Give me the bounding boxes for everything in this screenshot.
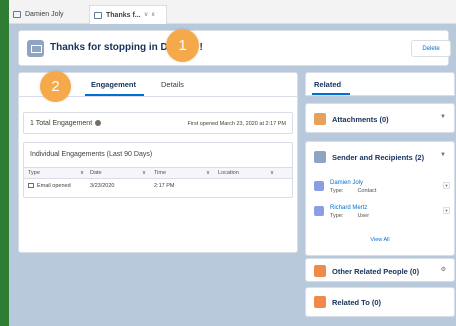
first-opened-text: First opened March 23, 2020 at 2:17 PM [187, 121, 286, 127]
column-header-time[interactable]: Time [154, 170, 166, 176]
table-row[interactable]: Email opened 3/23/2020 2:17 PM [24, 181, 292, 193]
column-header-date[interactable]: Date [90, 170, 102, 176]
step-badge-2: 2 [40, 71, 71, 102]
file-icon [314, 113, 326, 125]
other-related-people-header[interactable]: Other Related People (0) [314, 265, 419, 277]
person-type: Type: Contact [330, 188, 377, 194]
monitor-icon [28, 183, 34, 188]
related-panel-header: Related [305, 72, 455, 96]
column-header-type[interactable]: Type [28, 170, 40, 176]
total-engagement: 1 Total Engagement [30, 120, 102, 127]
close-icon[interactable]: x [152, 12, 155, 18]
active-tab-indicator [85, 94, 144, 96]
individual-engagements-title: Individual Engagements (Last 90 Days) [30, 151, 153, 158]
record-icon [13, 10, 21, 18]
email-icon [27, 40, 44, 57]
column-header-location[interactable]: Location [218, 170, 239, 176]
chevron-down-icon[interactable]: ∨ [206, 170, 210, 176]
email-icon [314, 151, 326, 163]
active-tab-indicator [312, 93, 350, 95]
list-item: Richard Mertz Type: User ▼ [314, 204, 454, 228]
step-badge-1: 1 [166, 29, 199, 62]
sender-recipients-card: Sender and Recipients (2) ▼ Damien Joly … [305, 141, 455, 256]
link-icon [314, 296, 326, 308]
related-to-card: Related To (0) [305, 287, 455, 317]
contact-icon [314, 206, 324, 216]
table-header: Type ∨ Date ∨ Time ∨ Location ∨ [24, 167, 292, 179]
tab-damien-joly[interactable]: Damien Joly [13, 7, 64, 21]
sender-recipients-header[interactable]: Sender and Recipients (2) [314, 151, 424, 163]
tab-thanks[interactable]: Thanks f... v x [89, 5, 167, 24]
app-frame: Damien Joly Thanks f... v x Thanks for s… [9, 0, 456, 326]
tab-label: Thanks f... [106, 11, 141, 19]
tab-details[interactable]: Details [161, 80, 184, 89]
person-name-link[interactable]: Damien Joly [330, 180, 363, 186]
person-icon [314, 265, 326, 277]
tab-bar: Damien Joly Thanks f... v x [9, 0, 456, 24]
delete-button[interactable]: Delete [411, 40, 451, 57]
other-related-people-card: Other Related People (0) ⚙ [305, 258, 455, 282]
person-name-link[interactable]: Richard Mertz [330, 205, 367, 211]
total-engagement-label: 1 Total Engagement [30, 120, 93, 127]
chevron-down-icon[interactable]: ▼ [443, 207, 450, 214]
cell-type: Email opened [28, 183, 71, 189]
attachments-header[interactable]: Attachments (0) [314, 113, 389, 125]
person-type: Type: User [330, 213, 370, 219]
tab-related[interactable]: Related [314, 80, 341, 89]
individual-engagements-box: Individual Engagements (Last 90 Days) Ty… [23, 142, 293, 198]
chevron-down-icon[interactable]: v [145, 12, 148, 18]
chevron-down-icon[interactable]: ▼ [440, 114, 446, 120]
attachments-card: Attachments (0) ▼ [305, 103, 455, 133]
email-icon [94, 11, 102, 19]
info-icon[interactable] [95, 120, 102, 126]
chevron-down-icon[interactable]: ∨ [80, 170, 84, 176]
cell-time: 2:17 PM [154, 183, 175, 189]
chevron-down-icon[interactable]: ▼ [440, 152, 446, 158]
cell-date: 3/23/2020 [90, 183, 115, 189]
tab-engagement[interactable]: Engagement [91, 80, 136, 89]
tab-label: Damien Joly [25, 10, 64, 18]
contact-icon [314, 181, 324, 191]
total-engagement-box: 1 Total Engagement First opened March 23… [23, 112, 293, 134]
view-all-link[interactable]: View All [306, 237, 454, 243]
settings-icon[interactable]: ⚙ [441, 266, 446, 273]
chevron-down-icon[interactable]: ∨ [142, 170, 146, 176]
list-item: Damien Joly Type: Contact ▼ [314, 179, 454, 203]
chevron-down-icon[interactable]: ▼ [443, 182, 450, 189]
related-to-header[interactable]: Related To (0) [314, 296, 381, 308]
record-header: Thanks for stopping in Damien ! Delete [18, 30, 451, 66]
chevron-down-icon[interactable]: ∨ [270, 170, 274, 176]
